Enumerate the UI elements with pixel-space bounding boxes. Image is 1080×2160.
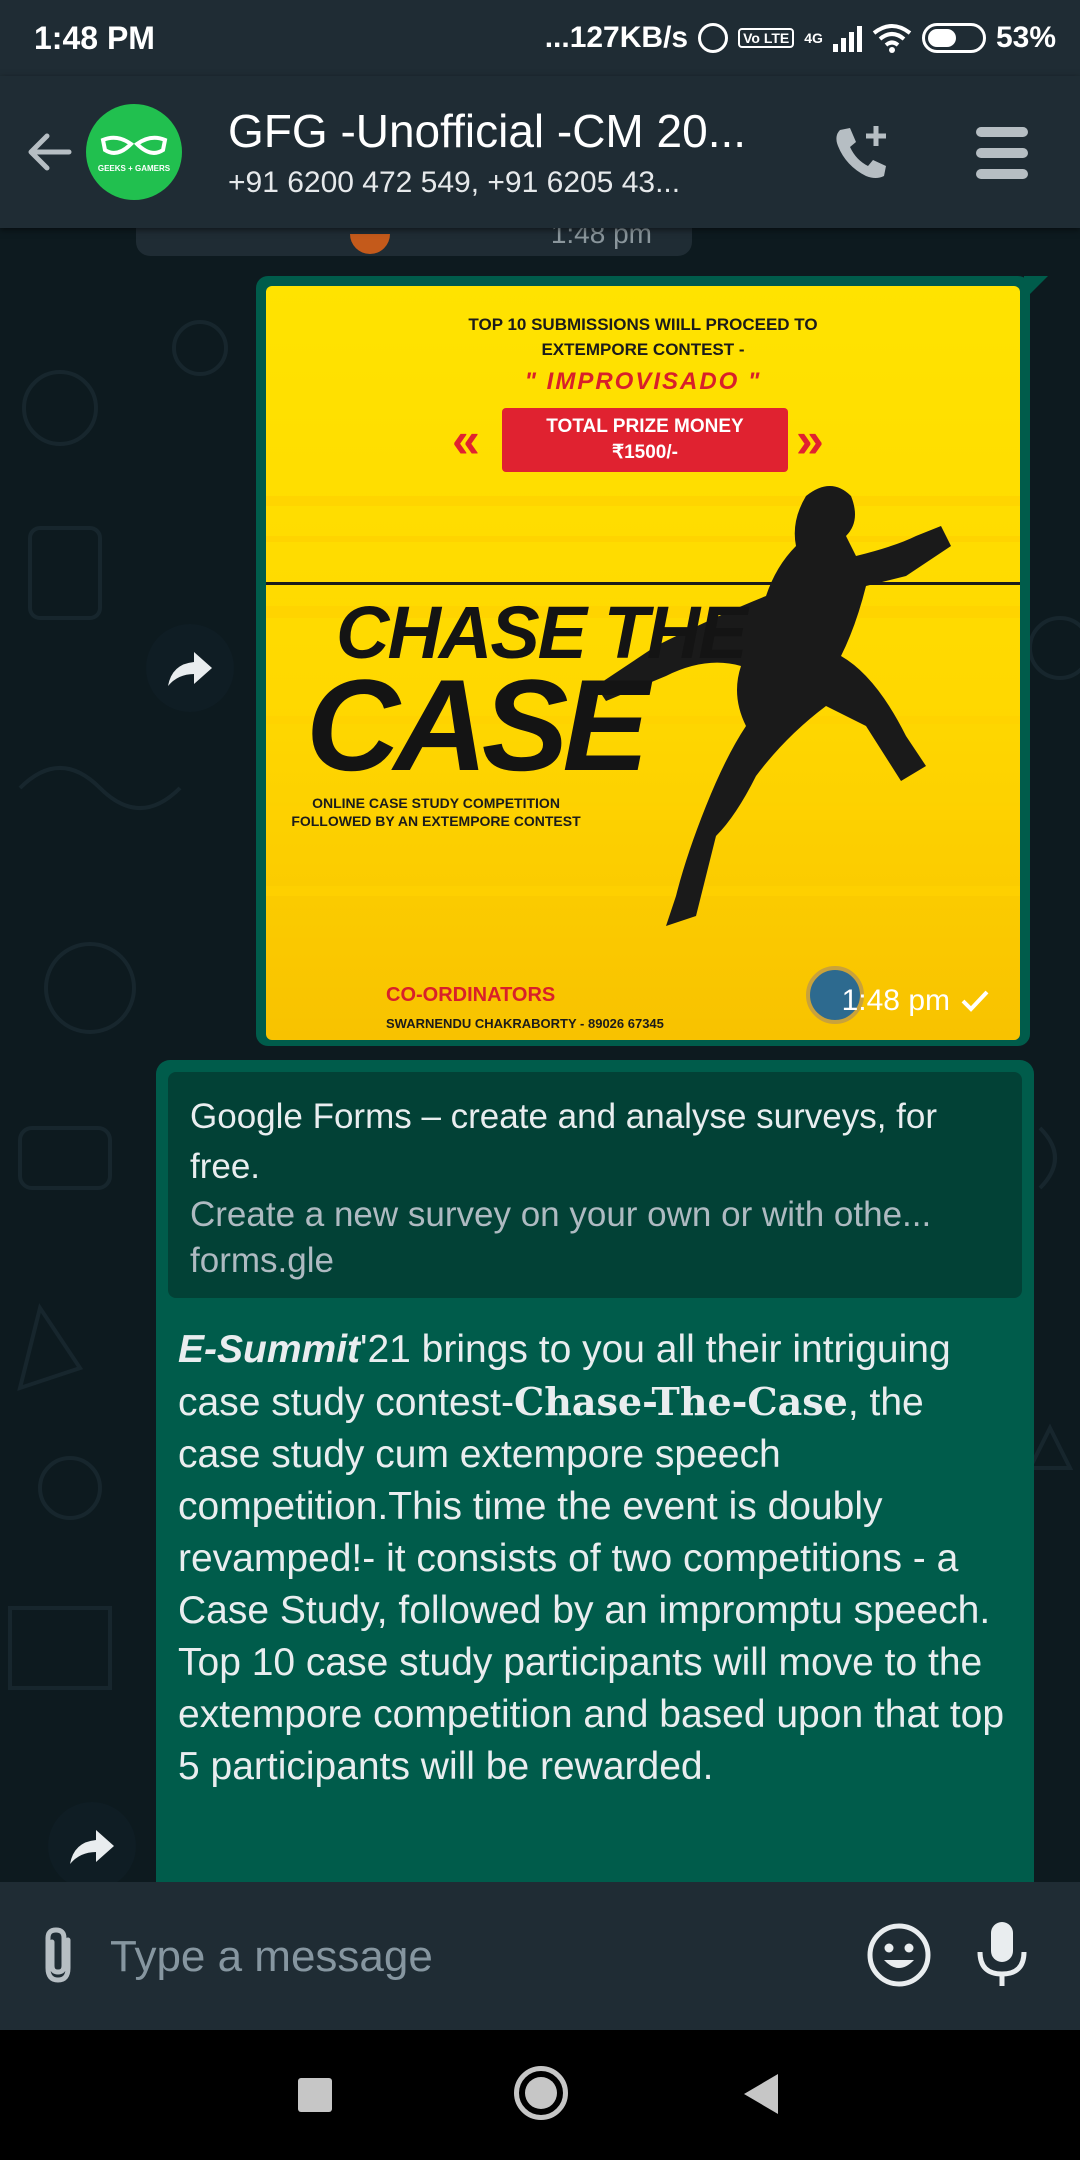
bubble-tail [1024, 276, 1048, 300]
chevron-left-icon: « [452, 412, 480, 468]
text-message[interactable]: Google Forms – create and analyse survey… [156, 1060, 1034, 1882]
signal-icon [832, 24, 862, 52]
image-timestamp: 1:48 pm [842, 984, 990, 1018]
volte-icon: Vo LTE [738, 28, 795, 48]
previous-thumbnail [350, 234, 390, 254]
menu-button[interactable] [970, 121, 1034, 185]
network-type: 4G [804, 30, 823, 46]
phone-plus-icon [836, 126, 886, 178]
menu-line [976, 169, 1028, 179]
chat-participants: +91 6200 472 549, +91 6205 43... [228, 166, 681, 199]
chat-area[interactable]: 1:48 pm TOP 10 SUBMISSIONS WIILL PROCEED… [0, 228, 1080, 1882]
add-call-button[interactable] [826, 118, 896, 188]
message-time: 1:48 pm [841, 984, 950, 1017]
network-speed: ...127KB/s [544, 21, 689, 54]
link-description: Create a new survey on your own or with … [190, 1195, 932, 1234]
back-button[interactable] [14, 117, 84, 187]
forward-icon [168, 652, 212, 686]
system-nav-bar [0, 2030, 1080, 2160]
microphone-icon[interactable] [972, 1918, 1032, 1990]
home-dot [525, 2077, 557, 2109]
status-icons: ...127KB/s Vo LTE 4G 53% [545, 21, 1056, 55]
menu-line [976, 148, 1028, 158]
image-message[interactable]: TOP 10 SUBMISSIONS WIILL PROCEED TO EXTE… [256, 276, 1048, 1046]
chevron-right-icon: » [796, 412, 824, 468]
battery-fill [927, 29, 956, 47]
message-input[interactable] [110, 1922, 810, 1992]
paperclip-icon[interactable] [34, 1926, 84, 1986]
poster-top-line-1: TOP 10 SUBMISSIONS WIILL PROCEED TO [468, 315, 818, 334]
poster-headline-2: CASE [306, 652, 649, 798]
wifi-icon [872, 24, 912, 53]
emoji-icon[interactable] [866, 1922, 932, 1988]
recents-button[interactable] [298, 2078, 332, 2112]
message-composer [0, 1882, 1080, 2030]
link-title: Google Forms – create and analyse survey… [190, 1097, 938, 1186]
avatar-caption: GEEKS + GAMERS [97, 163, 171, 173]
link-preview[interactable]: Google Forms – create and analyse survey… [168, 1072, 1022, 1298]
message-serif-text: Chase-The-Case [514, 1379, 848, 1424]
chat-header: GEEKS + GAMERS GFG -Unofficial -CM 20...… [0, 76, 1080, 228]
poster-caption-2: FOLLOWED BY AN EXTEMPORE CONTEST [291, 813, 581, 829]
check-icon [961, 990, 989, 1012]
poster-caption: ONLINE CASE STUDY COMPETITION FOLLOWED B… [286, 794, 586, 830]
arrow-left-icon [28, 133, 72, 171]
alarm-icon [698, 23, 729, 53]
previous-message[interactable]: 1:48 pm [136, 228, 692, 256]
poster-caption-1: ONLINE CASE STUDY COMPETITION [312, 795, 560, 811]
poster-contest-name: " IMPROVISADO " [524, 368, 762, 395]
battery-percent: 53% [995, 21, 1056, 54]
message-text-2: , the case study cum extempore speech co… [178, 1381, 1005, 1788]
message-body: E-Summit'21 brings to you all their intr… [168, 1298, 1022, 1793]
poster-coordinator: SWARNENDU CHAKRABORTY - 89026 67345 [386, 1016, 664, 1031]
gamer-mask-icon [100, 135, 168, 155]
prize-label: TOTAL PRIZE MONEY [546, 416, 744, 437]
message-time: 1:48 pm [550, 228, 652, 249]
chat-info[interactable]: GFG -Unofficial -CM 20... +91 6200 472 5… [228, 104, 788, 200]
link-domain: forms.gle [190, 1241, 334, 1280]
forward-icon [70, 1830, 114, 1864]
poster-coordinators-label: CO-ORDINATORS [386, 984, 556, 1006]
group-avatar[interactable]: GEEKS + GAMERS [86, 104, 182, 200]
nav-back-button[interactable] [744, 2074, 778, 2114]
poster-top-line-2: EXTEMPORE CONTEST - [541, 340, 745, 359]
status-bar: 1:48 PM ...127KB/s Vo LTE 4G 53% [0, 0, 1080, 76]
message-emphasis: E-Summit [178, 1328, 361, 1371]
poster-top-text: TOP 10 SUBMISSIONS WIILL PROCEED TO EXTE… [266, 312, 1020, 362]
chat-title: GFG -Unofficial -CM 20... [228, 105, 747, 157]
status-time: 1:48 PM [34, 19, 155, 56]
battery-icon [921, 23, 986, 53]
forward-button[interactable] [146, 624, 234, 712]
prize-amount: ₹1500/- [612, 442, 678, 463]
poster-image[interactable]: TOP 10 SUBMISSIONS WIILL PROCEED TO EXTE… [266, 286, 1020, 1040]
forward-button[interactable] [48, 1802, 136, 1882]
poster-prize: TOTAL PRIZE MONEY ₹1500/- [502, 408, 788, 472]
home-button[interactable] [514, 2066, 568, 2120]
menu-line [976, 127, 1028, 137]
